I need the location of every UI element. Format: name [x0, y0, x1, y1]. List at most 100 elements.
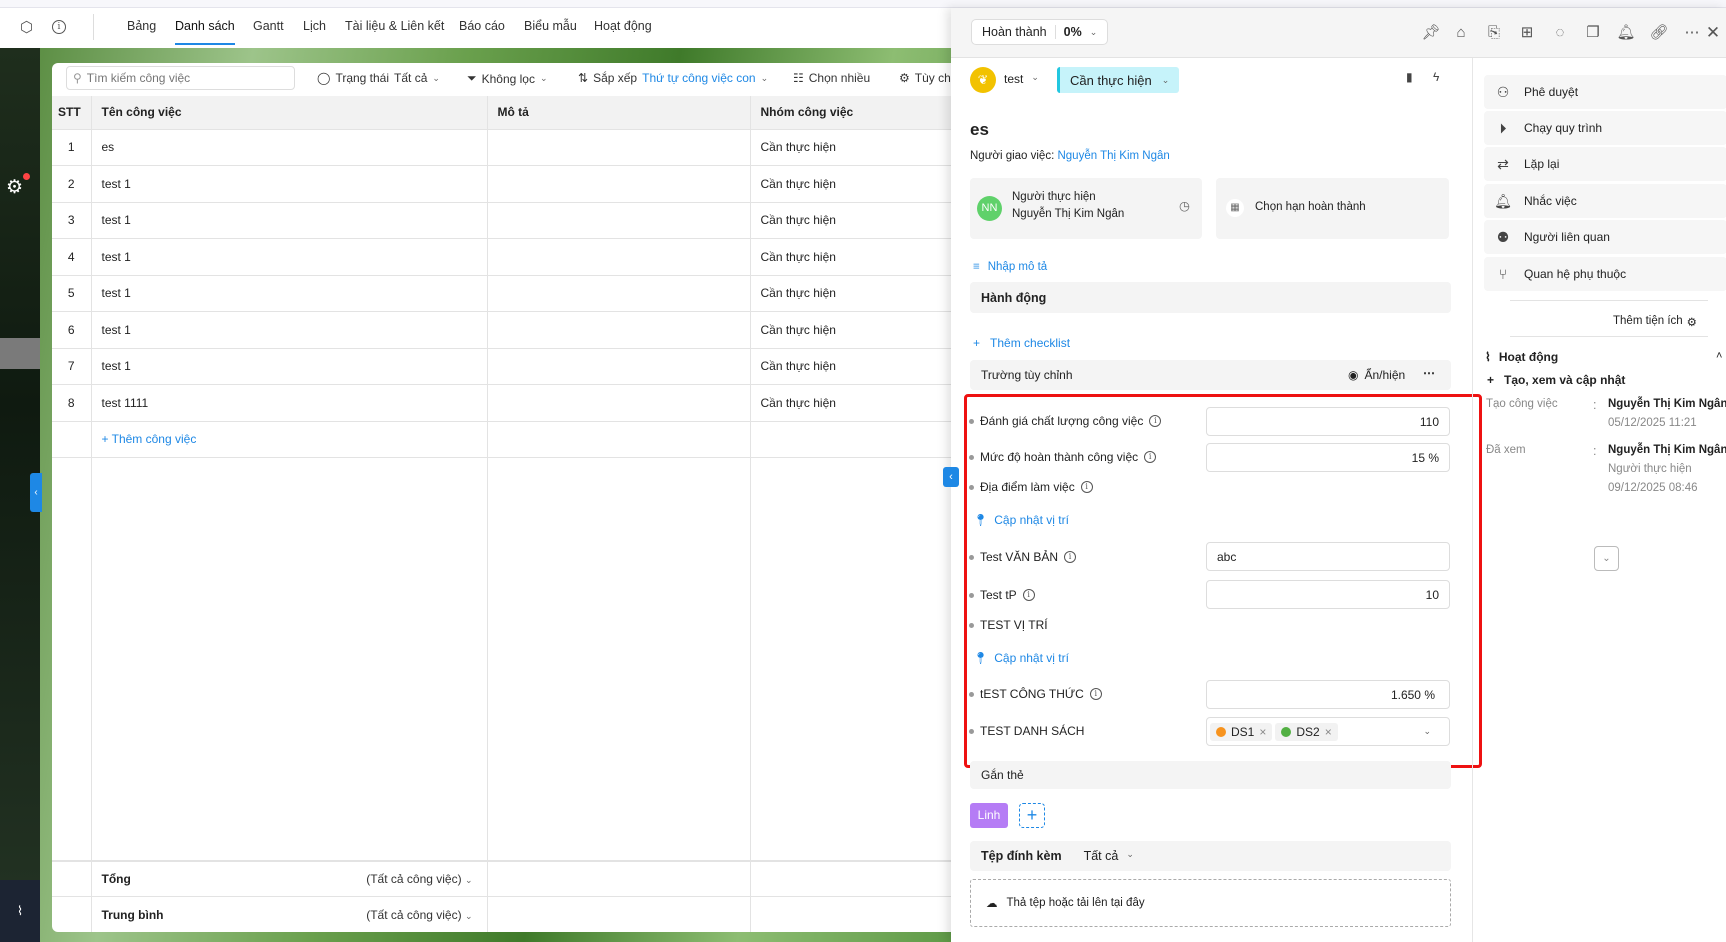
header-name[interactable]: Tên công việc [91, 96, 488, 130]
cell-name[interactable]: test 1111 [91, 384, 488, 422]
activity-header[interactable]: ⌇ Hoạt động [1485, 350, 1558, 364]
table-row[interactable]: 7 test 1 Cần thực hiện [52, 348, 951, 385]
search-input[interactable] [86, 71, 277, 85]
add-checklist-button[interactable]: + Thêm checklist [973, 336, 1070, 350]
summary-scope-dropdown[interactable]: (Tất cả công việc) ⌄ [366, 872, 472, 886]
tab-gantt[interactable]: Gantt [253, 19, 284, 33]
multi-select-button[interactable]: ☷ Chọn nhiều [793, 71, 870, 85]
cell-name[interactable]: test 1 [91, 348, 488, 385]
header-description[interactable]: Mô tả [487, 96, 751, 130]
info-icon[interactable]: i [1080, 481, 1093, 493]
cell-description[interactable] [487, 238, 751, 276]
add-task-button[interactable]: + Thêm công việc [91, 421, 488, 458]
cell-description[interactable] [487, 275, 751, 312]
update-location-button[interactable]: 📍︎ Cập nhật vị trí [973, 513, 1069, 527]
cell-description[interactable] [487, 165, 751, 203]
field-quality-input[interactable]: 110 [1206, 407, 1450, 436]
cell-group[interactable]: Cần thực hiện [750, 165, 951, 203]
side-item-reminder[interactable]: 🔔︎ Nhắc việc [1484, 184, 1726, 218]
add-widget-button[interactable]: Thêm tiện ích ⚙ [1613, 315, 1697, 329]
side-item-related-people[interactable]: ⚉ Người liên quan [1484, 220, 1726, 254]
cell-name[interactable]: test 1 [91, 238, 488, 276]
table-row[interactable]: 1 es Cần thực hiện [52, 129, 951, 166]
assigner-link[interactable]: Nguyễn Thị Kim Ngân [1057, 150, 1169, 162]
side-item-run-workflow[interactable]: ⏵ Chạy quy trình [1484, 111, 1726, 145]
sidebar-selected-item[interactable] [0, 338, 40, 369]
field-list-select[interactable]: DS1 × DS2 × ⌄ [1206, 717, 1450, 746]
cell-description[interactable] [487, 348, 751, 385]
table-row[interactable]: 2 test 1 Cần thực hiện [52, 165, 951, 203]
cell-name[interactable]: test 1 [91, 311, 488, 349]
table-row[interactable]: 3 test 1 Cần thực hiện [52, 202, 951, 239]
filter-button[interactable]: ⏷ Không lọc ⌄ [467, 71, 548, 86]
paperclip-icon[interactable]: ⎘ [1484, 23, 1504, 43]
table-row[interactable]: 5 test 1 Cần thực hiện [52, 275, 951, 312]
history-icon[interactable]: ◷ [1179, 198, 1190, 213]
more-icon[interactable]: ⋯ [1423, 366, 1435, 380]
cell-group[interactable]: Cần thực hiện [750, 129, 951, 166]
cell-group[interactable]: Cần thực hiện [750, 311, 951, 349]
project-dropdown[interactable]: test ⌄ [1004, 72, 1039, 86]
cell-description[interactable] [487, 384, 751, 422]
copy-icon[interactable]: ❐ [1583, 23, 1603, 43]
lightning-icon[interactable]: ϟ [1433, 70, 1439, 84]
deadline-card[interactable]: ▦ Chọn hạn hoàn thành [1216, 178, 1449, 239]
search-box[interactable]: ⚲ [66, 66, 295, 90]
add-tag-button[interactable]: + [1019, 803, 1045, 828]
field-progress-input[interactable]: 15 % [1206, 443, 1450, 472]
attachments-filter[interactable]: Tất cả ⌄ [1084, 849, 1134, 863]
pin-icon[interactable]: 📌︎ [1421, 23, 1441, 43]
chevron-up-icon[interactable]: ˄ [1716, 350, 1722, 362]
cell-name[interactable]: es [91, 129, 488, 166]
collapse-detail-button[interactable]: ‹ [943, 467, 959, 487]
close-icon[interactable]: ✕ [1703, 23, 1723, 43]
status-dropdown[interactable]: Cần thực hiện ⌄ [1057, 67, 1180, 93]
toggle-visibility-button[interactable]: ◉ Ẩn/hiện [1348, 368, 1405, 382]
tag-icon[interactable]: ⌂ [1451, 23, 1471, 43]
cell-name[interactable]: test 1 [91, 202, 488, 239]
table-row[interactable]: 6 test 1 Cần thực hiện [52, 311, 951, 349]
bell-icon[interactable]: 🔔︎ [1616, 23, 1636, 43]
cell-group[interactable]: Cần thực hiện [750, 384, 951, 422]
field-text-input[interactable]: abc [1206, 542, 1450, 571]
info-icon[interactable]: i [1064, 551, 1077, 563]
remove-icon[interactable]: × [1259, 725, 1266, 739]
tab-lich[interactable]: Lịch [303, 19, 326, 33]
tab-tai-lieu[interactable]: Tài liệu & Liên kết [345, 19, 444, 33]
cell-group[interactable]: Cần thực hiện [750, 348, 951, 385]
sort-button[interactable]: ⇅ Sắp xếp Thứ tự công việc con ⌄ [578, 71, 768, 85]
side-item-repeat[interactable]: ⇄ Lặp lại [1484, 147, 1726, 181]
customize-button[interactable]: ⚙ Tùy ch [899, 71, 951, 85]
info-icon[interactable]: i [52, 20, 66, 34]
tab-bieu-mau[interactable]: Biểu mẫu [524, 19, 577, 33]
header-group[interactable]: Nhóm công việc [750, 96, 951, 130]
collapse-sidebar-button[interactable]: ‹ [30, 473, 42, 512]
cell-description[interactable] [487, 202, 751, 239]
tag-chip[interactable]: Linh [970, 803, 1008, 828]
subtask-tree-icon[interactable]: ⊞ [1517, 23, 1537, 43]
side-item-approval[interactable]: ⚇ Phê duyệt [1484, 75, 1726, 109]
comment-icon[interactable]: ◌ [1550, 23, 1570, 43]
gear-icon[interactable]: ⚙ [6, 176, 23, 199]
info-icon[interactable]: i [1022, 589, 1035, 601]
table-row[interactable]: 8 test 1111 Cần thực hiện [52, 384, 951, 422]
link-icon[interactable]: 🔗︎ [1649, 23, 1669, 43]
file-dropzone[interactable]: ☁ Thả tệp hoặc tải lên tại đây [970, 879, 1451, 927]
tab-danh-sach[interactable]: Danh sách [175, 19, 235, 45]
update-location-button-2[interactable]: 📍︎ Cập nhật vị trí [973, 651, 1069, 665]
cell-group[interactable]: Cần thực hiện [750, 275, 951, 312]
side-item-dependencies[interactable]: ⑂ Quan hệ phụ thuộc [1484, 257, 1726, 291]
bookmark-icon[interactable]: ▮ [1406, 70, 1413, 84]
cell-group[interactable]: Cần thực hiện [750, 202, 951, 239]
summary-scope-dropdown[interactable]: (Tất cả công việc) ⌄ [366, 908, 472, 922]
cell-description[interactable] [487, 129, 751, 166]
more-icon[interactable]: ⋯ [1682, 23, 1702, 43]
expand-more-button[interactable]: ⌄ [1594, 546, 1619, 571]
activity-filter[interactable]: + Tạo, xem và cập nhật [1487, 373, 1625, 387]
info-icon[interactable]: i [1089, 688, 1102, 700]
cell-group[interactable]: Cần thực hiện [750, 238, 951, 276]
tab-bang[interactable]: Bảng [127, 19, 156, 33]
cell-name[interactable]: test 1 [91, 275, 488, 312]
task-title[interactable]: es [970, 120, 989, 140]
tab-hoat-dong[interactable]: Hoạt động [594, 19, 652, 33]
